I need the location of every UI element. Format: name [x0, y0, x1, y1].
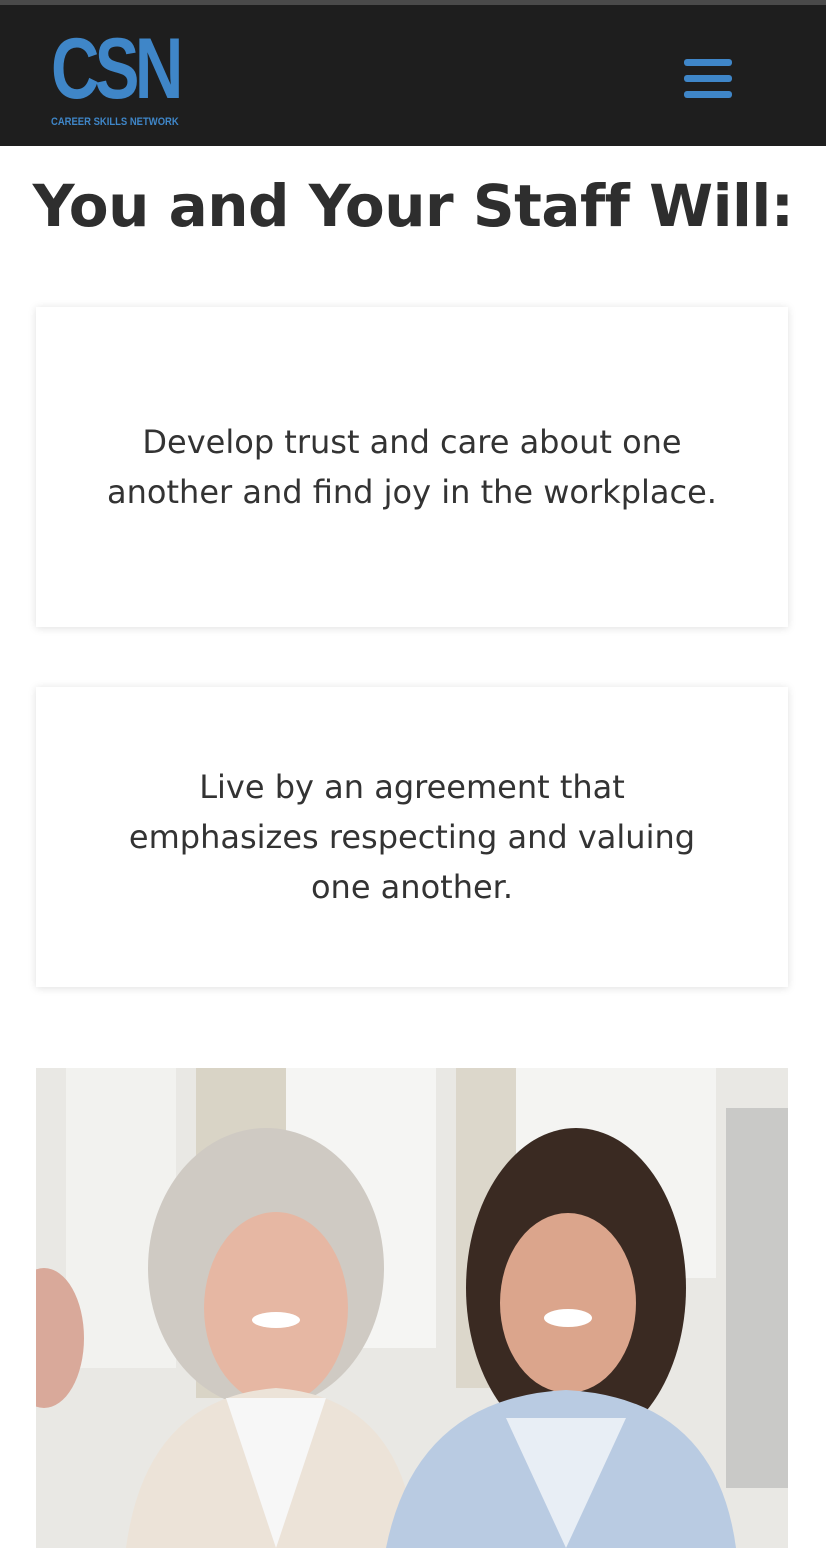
photo-illustration — [36, 1068, 788, 1548]
smiling-women-photo — [36, 1068, 788, 1548]
site-header: CSN CAREER SKILLS NETWORK — [0, 5, 826, 146]
benefit-card: Develop trust and care about one another… — [36, 307, 788, 627]
menu-bar — [684, 91, 732, 98]
logo-letters: CSN — [51, 21, 183, 117]
menu-bar — [684, 75, 732, 82]
logo-tagline: CAREER SKILLS NETWORK — [51, 116, 179, 128]
hamburger-menu-icon[interactable] — [682, 57, 734, 101]
benefit-text: Develop trust and care about one another… — [107, 423, 717, 511]
benefit-card: Live by an agreement that emphasizes res… — [36, 687, 788, 987]
menu-bar — [684, 59, 732, 66]
benefit-text: Live by an agreement that emphasizes res… — [128, 768, 696, 906]
csn-logo[interactable]: CSN CAREER SKILLS NETWORK — [51, 21, 183, 132]
page-headline: You and Your Staff Will: — [32, 172, 794, 240]
